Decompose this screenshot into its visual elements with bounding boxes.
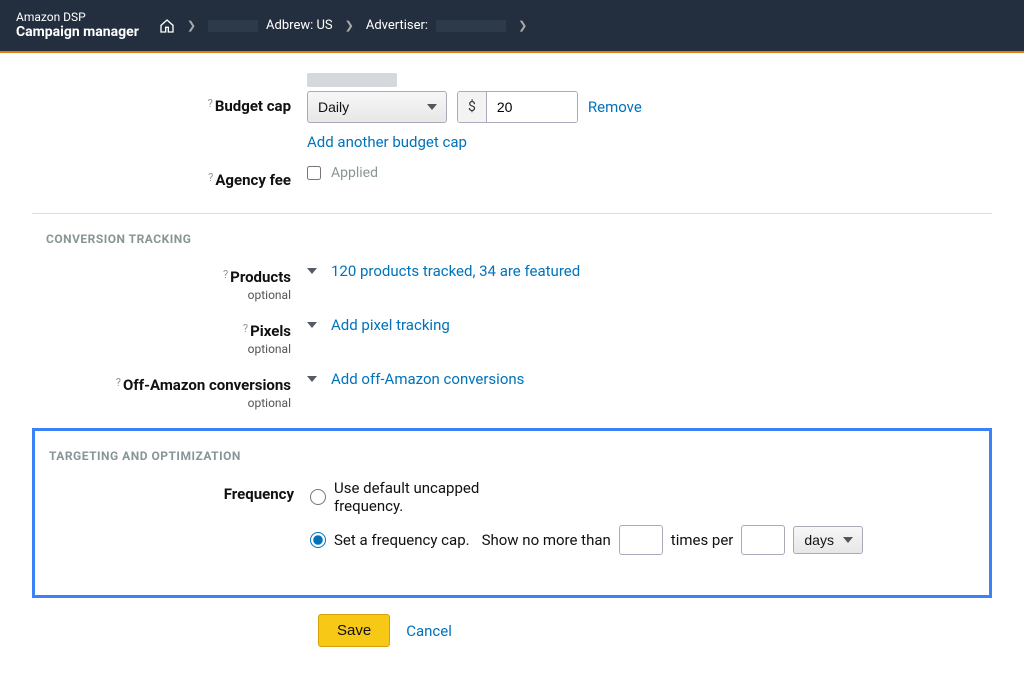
- radio-frequency-cap[interactable]: [310, 532, 326, 548]
- optional-label: optional: [32, 396, 291, 410]
- agency-applied-label: Applied: [331, 165, 378, 181]
- breadcrumb-adbrew[interactable]: Adbrew: US: [266, 18, 333, 33]
- redacted-name: [307, 73, 397, 87]
- add-pixel-link[interactable]: Add pixel tracking: [331, 316, 450, 334]
- freq-text-1: Show no more than: [482, 531, 611, 549]
- freq-per-input[interactable]: [741, 525, 785, 555]
- row-frequency: Frequency Use default uncapped frequency…: [49, 479, 975, 565]
- radio-default-row: Use default uncapped frequency.: [310, 479, 975, 515]
- row-products: ?Products optional 120 products tracked,…: [32, 262, 992, 302]
- brand-product: Amazon DSP: [16, 10, 139, 24]
- page-content: ?Budget cap Daily $ Remove Add another b…: [32, 53, 992, 687]
- section-divider: [32, 213, 992, 214]
- control-col: Daily $ Remove: [307, 91, 992, 123]
- control-col: 120 products tracked, 34 are featured: [307, 262, 992, 280]
- top-header: Amazon DSP Campaign manager ❯ Adbrew: US…: [0, 0, 1024, 51]
- row-budget-cap: ?Budget cap Daily $ Remove: [32, 91, 992, 123]
- label-col: ?Pixels optional: [32, 316, 307, 356]
- chevron-down-icon[interactable]: [307, 376, 317, 382]
- radio-cap-row: Set a frequency cap. Show no more than t…: [310, 525, 975, 555]
- freq-text-2: times per: [671, 531, 734, 549]
- control-col: [307, 73, 992, 87]
- radio-default[interactable]: [310, 489, 326, 505]
- chevron-down-icon[interactable]: [307, 268, 317, 274]
- agency-fee-label: Agency fee: [215, 171, 291, 189]
- freq-show-input[interactable]: [619, 525, 663, 555]
- help-icon[interactable]: ?: [223, 268, 228, 281]
- freq-unit-select[interactable]: days: [793, 526, 863, 554]
- budget-amount-input[interactable]: [487, 92, 577, 122]
- pixels-label: Pixels: [250, 322, 291, 340]
- cancel-link[interactable]: Cancel: [406, 622, 452, 640]
- conversion-tracking-header: CONVERSION TRACKING: [46, 232, 992, 246]
- save-button[interactable]: Save: [318, 614, 390, 647]
- help-icon[interactable]: ?: [116, 376, 121, 389]
- frequency-label: Frequency: [224, 485, 294, 503]
- label-col: [32, 73, 307, 79]
- home-icon[interactable]: [159, 18, 175, 34]
- brand-section: Campaign manager: [16, 24, 139, 41]
- label-col: ?Agency fee: [32, 165, 307, 189]
- budget-amount-group: $: [457, 91, 578, 123]
- optional-label: optional: [32, 288, 291, 302]
- optional-label: optional: [32, 342, 291, 356]
- budget-cap-label: Budget cap: [215, 97, 291, 115]
- add-off-amazon-link[interactable]: Add off-Amazon conversions: [331, 370, 524, 388]
- radio-default-label: Use default uncapped frequency.: [334, 479, 514, 515]
- control-col: Add another budget cap: [307, 133, 992, 151]
- chevron-down-icon[interactable]: [307, 322, 317, 328]
- row-off-amazon: ?Off-Amazon conversions optional Add off…: [32, 370, 992, 410]
- brand-block: Amazon DSP Campaign manager: [16, 10, 139, 41]
- label-col: [32, 133, 307, 139]
- label-col: Frequency: [49, 479, 310, 503]
- chevron-right-icon: ❯: [345, 19, 354, 32]
- breadcrumb-redacted: [436, 20, 506, 32]
- help-icon[interactable]: ?: [243, 322, 248, 335]
- chevron-right-icon: ❯: [518, 19, 527, 32]
- breadcrumb-redacted: [208, 20, 258, 32]
- currency-symbol: $: [458, 92, 487, 122]
- row-agency-fee: ?Agency fee Applied: [32, 165, 992, 189]
- products-label: Products: [230, 268, 291, 286]
- targeting-header: TARGETING AND OPTIMIZATION: [49, 449, 975, 463]
- control-col: Add pixel tracking: [307, 316, 992, 334]
- chevron-right-icon: ❯: [187, 19, 196, 32]
- help-icon[interactable]: ?: [208, 171, 213, 184]
- breadcrumb-advertiser-label: Advertiser:: [366, 18, 428, 33]
- remove-budget-link[interactable]: Remove: [588, 98, 642, 116]
- label-col: ?Budget cap: [32, 91, 307, 115]
- frequency-cap-controls: Show no more than times per days: [482, 525, 864, 555]
- label-col: ?Products optional: [32, 262, 307, 302]
- control-col: Applied: [307, 165, 992, 181]
- row-pixels: ?Pixels optional Add pixel tracking: [32, 316, 992, 356]
- control-col: Use default uncapped frequency. Set a fr…: [310, 479, 975, 565]
- off-amazon-label: Off-Amazon conversions: [123, 376, 291, 394]
- row-budget-name: [32, 73, 992, 87]
- agency-applied-checkbox[interactable]: [307, 166, 321, 180]
- radio-cap-label: Set a frequency cap.: [334, 531, 470, 549]
- help-icon[interactable]: ?: [208, 97, 213, 110]
- label-col: ?Off-Amazon conversions optional: [32, 370, 307, 410]
- products-summary-link[interactable]: 120 products tracked, 34 are featured: [331, 262, 580, 280]
- add-budget-cap-link[interactable]: Add another budget cap: [307, 133, 467, 151]
- action-row: Save Cancel: [318, 614, 992, 647]
- budget-period-select[interactable]: Daily: [307, 91, 447, 123]
- targeting-highlighted-box: TARGETING AND OPTIMIZATION Frequency Use…: [32, 428, 992, 598]
- control-col: Add off-Amazon conversions: [307, 370, 992, 388]
- row-add-budget: Add another budget cap: [32, 133, 992, 151]
